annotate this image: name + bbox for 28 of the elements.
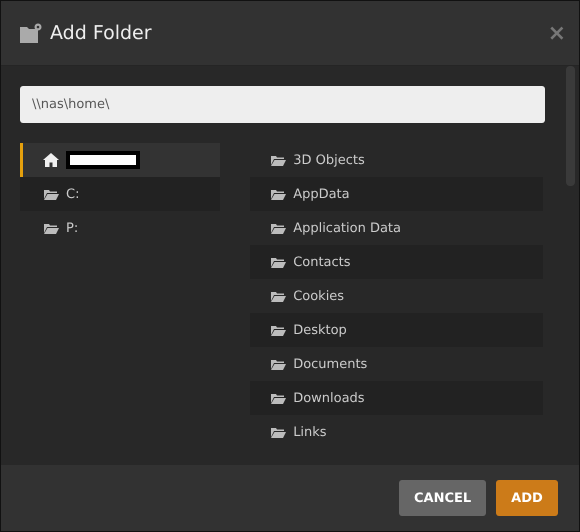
folder-item[interactable]: Desktop	[250, 313, 543, 347]
location-item[interactable]	[20, 143, 220, 177]
folder-icon	[270, 290, 286, 302]
folder-item[interactable]: Documents	[250, 347, 543, 381]
folder-item[interactable]: Links	[250, 415, 543, 449]
folder-icon	[270, 358, 286, 370]
folder-icon	[43, 222, 59, 234]
add-folder-icon	[20, 23, 42, 43]
folder-icon	[270, 392, 286, 404]
location-item[interactable]: P:	[20, 211, 220, 245]
folder-item[interactable]: Application Data	[250, 211, 543, 245]
folder-icon	[270, 324, 286, 336]
folder-icon	[270, 188, 286, 200]
folder-item[interactable]: Contacts	[250, 245, 543, 279]
location-item[interactable]: C:	[20, 177, 220, 211]
home-icon	[43, 153, 59, 167]
folder-icon	[270, 222, 286, 234]
path-field[interactable]: \\nas\home\	[20, 86, 545, 123]
folder-icon	[270, 256, 286, 268]
folder-item[interactable]: AppData	[250, 177, 543, 211]
folder-item[interactable]: 3D Objects	[250, 143, 543, 177]
folder-icon	[270, 426, 286, 438]
folder-icon	[270, 154, 286, 166]
folder-item[interactable]: Downloads	[250, 381, 543, 415]
dialog-title: Add Folder	[50, 22, 153, 44]
folder-icon	[43, 188, 59, 200]
folder-item[interactable]: Cookies	[250, 279, 543, 313]
cancel-button[interactable]: CANCEL	[399, 480, 486, 516]
